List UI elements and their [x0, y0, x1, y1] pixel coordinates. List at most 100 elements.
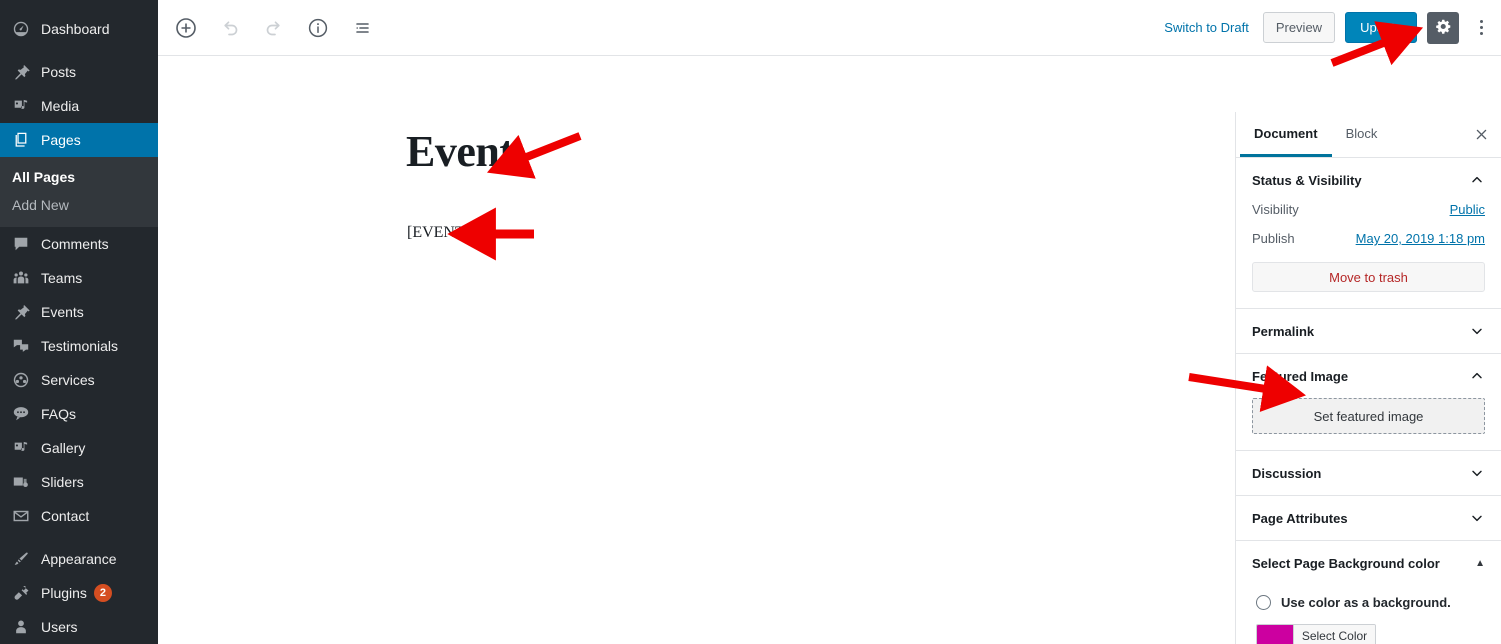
settings-sidebar: Document Block Status & Visibility Visib…	[1235, 112, 1501, 644]
panel-permalink: Permalink	[1236, 309, 1501, 354]
ellipsis-vertical-icon	[1479, 20, 1483, 35]
pages-icon	[10, 130, 32, 150]
publish-label: Publish	[1252, 231, 1295, 246]
post-canvas[interactable]: Event [EVENTS]	[158, 56, 1235, 644]
groups-icon	[10, 268, 32, 288]
sidebar-item-pages[interactable]: Pages	[0, 123, 158, 157]
chevron-down-icon	[1469, 323, 1485, 339]
sidebar-item-contact[interactable]: Contact	[0, 499, 158, 533]
sidebar-label: Events	[41, 304, 84, 320]
plugins-update-badge: 2	[93, 584, 112, 602]
settings-tabs: Document Block	[1236, 112, 1501, 158]
panel-title: Discussion	[1252, 465, 1322, 481]
pages-submenu: All Pages Add New	[0, 157, 158, 227]
editor-header-right-actions: Switch to Draft Preview Update	[1160, 11, 1501, 44]
sidebar-label: Sliders	[41, 474, 84, 490]
editor-header: Switch to Draft Preview Update	[158, 0, 1501, 56]
publish-date-button[interactable]: May 20, 2019 1:18 pm	[1356, 231, 1485, 246]
panel-page-background-color-body: Use color as a background. Select Color	[1236, 585, 1501, 644]
wordpress-block-editor: Dashboard Posts Media Pages All Pages Ad…	[0, 0, 1501, 644]
set-featured-image-button[interactable]: Set featured image	[1252, 398, 1485, 434]
sidebar-label: Contact	[41, 508, 90, 524]
panel-title: Page Attributes	[1252, 510, 1348, 526]
media-icon	[10, 96, 32, 116]
tab-block[interactable]: Block	[1332, 112, 1392, 157]
brush-icon	[10, 549, 32, 569]
publish-row: Publish May 20, 2019 1:18 pm	[1252, 231, 1485, 246]
sidebar-item-sliders[interactable]: Sliders	[0, 465, 158, 499]
sidebar-item-appearance[interactable]: Appearance	[0, 542, 158, 576]
sidebar-item-teams[interactable]: Teams	[0, 261, 158, 295]
use-color-radio[interactable]	[1256, 595, 1271, 610]
sidebar-label: Testimonials	[41, 338, 119, 354]
gear-icon	[1435, 18, 1452, 38]
undo-icon[interactable]	[212, 10, 248, 46]
settings-toggle-button[interactable]	[1427, 11, 1459, 44]
sidebar-item-comments[interactable]: Comments	[0, 227, 158, 261]
admin-sidebar: Dashboard Posts Media Pages All Pages Ad…	[0, 0, 158, 644]
preview-button[interactable]: Preview	[1262, 12, 1336, 43]
user-icon	[10, 617, 32, 637]
sidebar-item-posts[interactable]: Posts	[0, 55, 158, 89]
chevron-down-icon	[1469, 510, 1485, 526]
sidebar-item-users[interactable]: Users	[0, 610, 158, 644]
switch-to-draft-button[interactable]: Switch to Draft	[1160, 14, 1253, 41]
sidebar-label: Media	[41, 98, 80, 114]
sidebar-label: Users	[41, 619, 78, 635]
more-options-menu-button[interactable]	[1469, 12, 1493, 44]
panel-featured-image-header[interactable]: Featured Image	[1236, 354, 1501, 398]
post-title[interactable]: Event	[406, 127, 514, 176]
paragraph-block-shortcode[interactable]: [EVENTS]	[407, 224, 479, 242]
sidebar-label: Comments	[41, 236, 109, 252]
envelope-icon	[10, 506, 32, 526]
sidebar-label: Dashboard	[41, 21, 110, 37]
add-block-icon[interactable]	[168, 10, 204, 46]
panel-discussion-header[interactable]: Discussion	[1236, 451, 1501, 495]
chevron-up-icon	[1469, 368, 1485, 384]
panel-page-background-color-header[interactable]: Select Page Background color ▲	[1236, 541, 1501, 585]
submenu-item-all-pages[interactable]: All Pages	[0, 163, 158, 191]
triangle-up-icon: ▲	[1475, 557, 1485, 569]
block-navigation-icon[interactable]	[344, 10, 380, 46]
sidebar-separator	[0, 46, 158, 55]
sidebar-label: Pages	[41, 132, 81, 148]
panel-featured-image: Featured Image Set featured image	[1236, 354, 1501, 451]
visibility-value-button[interactable]: Public	[1450, 202, 1485, 217]
sidebar-item-faqs[interactable]: FAQs	[0, 397, 158, 431]
pin-icon	[10, 62, 32, 82]
sidebar-label: Plugins	[41, 585, 87, 601]
move-to-trash-button[interactable]: Move to trash	[1252, 262, 1485, 292]
use-color-as-background-row: Use color as a background.	[1252, 589, 1485, 624]
editor-header-left-tools	[158, 10, 380, 46]
panel-discussion: Discussion	[1236, 451, 1501, 496]
select-color-control[interactable]: Select Color	[1256, 624, 1376, 644]
panel-status-visibility: Status & Visibility Visibility Public Pu…	[1236, 158, 1501, 309]
sidebar-label: Services	[41, 372, 95, 388]
panel-page-attributes-header[interactable]: Page Attributes	[1236, 496, 1501, 540]
use-color-label: Use color as a background.	[1281, 595, 1451, 610]
visibility-row: Visibility Public	[1252, 202, 1485, 217]
close-icon[interactable]	[1461, 112, 1501, 157]
select-color-label: Select Color	[1293, 625, 1375, 644]
sidebar-separator	[0, 533, 158, 542]
sidebar-item-events[interactable]: Events	[0, 295, 158, 329]
content-info-icon[interactable]	[300, 10, 336, 46]
sidebar-item-plugins[interactable]: Plugins 2	[0, 576, 158, 610]
sidebar-label: Gallery	[41, 440, 86, 456]
pin-icon	[10, 302, 32, 322]
visibility-label: Visibility	[1252, 202, 1299, 217]
editor-region: Switch to Draft Preview Update Event [EV…	[158, 0, 1501, 644]
sidebar-item-services[interactable]: Services	[0, 363, 158, 397]
sidebar-item-gallery[interactable]: Gallery	[0, 431, 158, 465]
sidebar-item-dashboard[interactable]: Dashboard	[0, 12, 158, 46]
panel-permalink-header[interactable]: Permalink	[1236, 309, 1501, 353]
redo-icon[interactable]	[256, 10, 292, 46]
submenu-item-add-new[interactable]: Add New	[0, 191, 158, 219]
tab-document[interactable]: Document	[1240, 112, 1332, 157]
sidebar-item-media[interactable]: Media	[0, 89, 158, 123]
update-button[interactable]: Update	[1345, 12, 1417, 43]
sidebar-item-testimonials[interactable]: Testimonials	[0, 329, 158, 363]
plug-icon	[10, 583, 32, 603]
panel-status-visibility-header[interactable]: Status & Visibility	[1236, 158, 1501, 202]
sidebar-label: Teams	[41, 270, 83, 286]
